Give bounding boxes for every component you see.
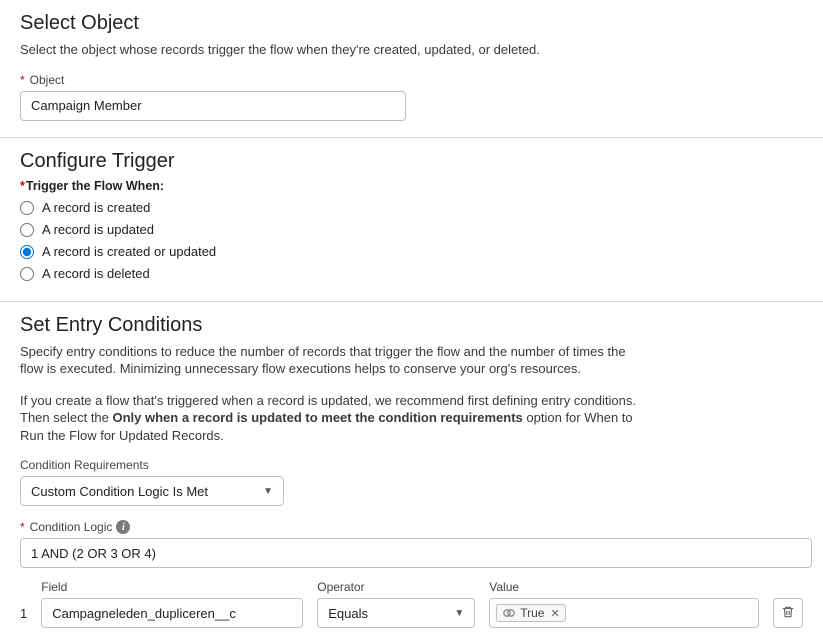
field-col-label: Field [41, 580, 303, 594]
boolean-icon [502, 606, 516, 620]
radio-created-or-updated-input[interactable] [20, 245, 34, 259]
required-asterisk: * [20, 73, 25, 87]
field-input[interactable] [41, 598, 303, 628]
radio-record-created-or-updated[interactable]: A record is created or updated [20, 241, 803, 263]
trigger-when-label: *Trigger the Flow When: [20, 179, 803, 193]
chevron-down-icon: ▼ [263, 486, 273, 497]
configure-trigger-title: Configure Trigger [20, 150, 803, 173]
condition-number: 1 [20, 606, 27, 628]
condition-req-select[interactable]: Custom Condition Logic Is Met ▼ [20, 476, 284, 506]
required-asterisk: * [20, 520, 25, 534]
entry-conditions-desc1: Specify entry conditions to reduce the n… [20, 343, 640, 378]
operator-column: Operator Equals ▼ [317, 580, 475, 628]
value-pill: True ✕ [496, 604, 565, 622]
value-input[interactable]: True ✕ [489, 598, 759, 628]
operator-col-label: Operator [317, 580, 475, 594]
radio-record-deleted[interactable]: A record is deleted [20, 263, 803, 285]
info-icon[interactable]: i [116, 520, 130, 534]
trash-icon [781, 605, 795, 622]
value-pill-label: True [520, 606, 544, 620]
trigger-radio-group: A record is created A record is updated … [20, 197, 803, 285]
object-input[interactable] [20, 91, 406, 121]
select-object-desc: Select the object whose records trigger … [20, 41, 640, 59]
select-object-section: Select Object Select the object whose re… [0, 0, 823, 137]
condition-req-value: Custom Condition Logic Is Met [31, 484, 208, 499]
entry-conditions-section: Set Entry Conditions Specify entry condi… [0, 301, 823, 644]
radio-updated-input[interactable] [20, 223, 34, 237]
close-icon[interactable]: ✕ [548, 607, 559, 620]
select-object-title: Select Object [20, 12, 803, 35]
radio-created-input[interactable] [20, 201, 34, 215]
radio-record-created[interactable]: A record is created [20, 197, 803, 219]
condition-logic-label: Condition Logic [30, 520, 113, 534]
delete-column [773, 580, 803, 628]
condition-row-1: 1 Field Operator Equals ▼ Value [20, 580, 803, 628]
configure-trigger-section: Configure Trigger *Trigger the Flow When… [0, 137, 823, 301]
radio-deleted-input[interactable] [20, 267, 34, 281]
value-col-label: Value [489, 580, 759, 594]
object-label: Object [30, 73, 65, 87]
condition-logic-label-row: * Condition Logic i [20, 520, 803, 534]
condition-req-label: Condition Requirements [20, 458, 803, 472]
entry-conditions-desc2: If you create a flow that's triggered wh… [20, 392, 640, 445]
entry-conditions-title: Set Entry Conditions [20, 314, 803, 337]
object-label-row: * Object [20, 73, 803, 87]
required-asterisk: * [20, 179, 25, 193]
radio-record-updated[interactable]: A record is updated [20, 219, 803, 241]
chevron-down-icon: ▼ [454, 608, 464, 619]
delete-condition-button[interactable] [773, 598, 803, 628]
condition-logic-input[interactable] [20, 538, 812, 568]
operator-select[interactable]: Equals ▼ [317, 598, 475, 628]
field-column: Field [41, 580, 303, 628]
value-column: Value True ✕ [489, 580, 759, 628]
operator-value: Equals [328, 606, 368, 621]
